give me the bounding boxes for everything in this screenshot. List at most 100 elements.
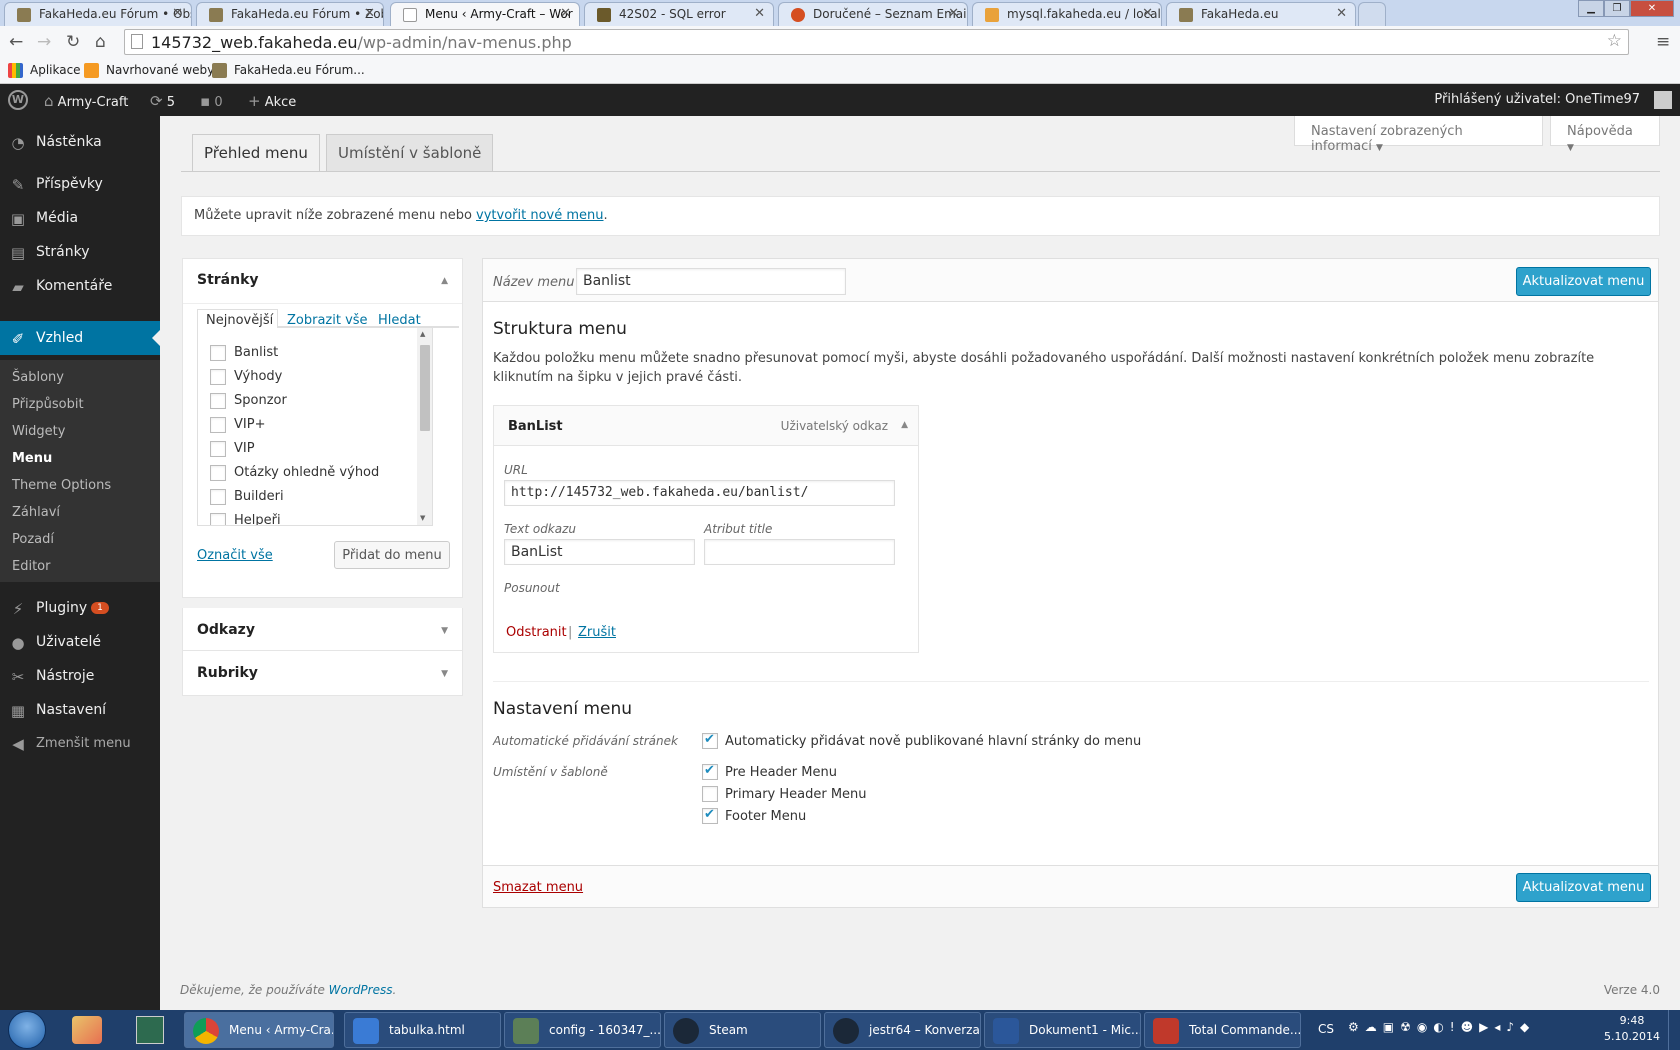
page-checkbox[interactable]	[210, 345, 226, 361]
forward-icon[interactable]: →	[37, 32, 51, 52]
submenu-editor[interactable]: Editor	[12, 559, 50, 574]
sidebar-item-comments[interactable]: ▰ Komentáře	[0, 269, 160, 303]
location-checkbox[interactable]	[702, 786, 718, 802]
bookmark-apps[interactable]: Aplikace	[8, 63, 81, 78]
page-checkbox[interactable]	[210, 489, 226, 505]
submenu-background[interactable]: Pozadí	[12, 532, 54, 547]
chrome-menu-icon[interactable]: ≡	[1656, 32, 1670, 52]
title-attribute-input[interactable]	[704, 539, 895, 565]
close-tab-icon[interactable]: ✕	[364, 6, 375, 21]
submenu-menus[interactable]: Menu	[12, 451, 52, 466]
wordpress-logo-icon[interactable]: W	[8, 90, 28, 110]
submenu-widgets[interactable]: Widgety	[12, 424, 65, 439]
browser-tab-7[interactable]: FakaHeda.eu ✕	[1166, 2, 1356, 26]
close-tab-icon[interactable]: ✕	[754, 6, 765, 21]
taskbar-item-total-commander[interactable]: Total Commande...	[1144, 1012, 1301, 1048]
sidebar-item-posts[interactable]: ✎ Příspěvky	[0, 167, 160, 201]
save-menu-button-top[interactable]: Aktualizovat menu	[1516, 267, 1651, 296]
links-metabox[interactable]: Odkazy ▼	[182, 608, 463, 651]
taskbar-item-word[interactable]: Dokument1 - Mic...	[984, 1012, 1141, 1048]
page-checkbox[interactable]	[210, 393, 226, 409]
show-desktop-button[interactable]	[1668, 1010, 1680, 1050]
close-window-icon[interactable]: ✕	[1630, 0, 1674, 17]
expand-arrow-icon[interactable]: ▼	[441, 626, 448, 636]
link-text-input[interactable]: BanList	[504, 539, 695, 565]
sidebar-item-tools[interactable]: ✂ Nástroje	[0, 659, 160, 693]
reload-icon[interactable]: ↻	[66, 32, 80, 52]
create-menu-link[interactable]: vytvořit nové menu	[476, 208, 603, 223]
back-icon[interactable]: ←	[9, 32, 23, 52]
remove-item-link[interactable]: Odstranit	[506, 625, 567, 640]
close-tab-icon[interactable]: ✕	[560, 6, 571, 21]
browser-tab-4[interactable]: 42S02 - SQL error ✕	[584, 2, 774, 26]
clock-date[interactable]: 5.10.2014	[1604, 1030, 1660, 1043]
taskbar-item-config[interactable]: config - 160347_...	[504, 1012, 661, 1048]
tray-icons[interactable]: ⚙☁▣☢◉◐!☻▶◂♪◆	[1348, 1020, 1535, 1034]
page-checkbox[interactable]	[210, 441, 226, 457]
browser-tab-2[interactable]: FakaHeda.eu Fórum • Zob ✕	[196, 2, 384, 26]
task-manager-icon[interactable]	[136, 1016, 164, 1044]
cancel-item-link[interactable]: Zrušit	[578, 625, 616, 640]
paint-app-icon[interactable]	[72, 1016, 102, 1044]
save-menu-button-bottom[interactable]: Aktualizovat menu	[1516, 873, 1651, 902]
page-checkbox[interactable]	[210, 417, 226, 433]
site-name-link[interactable]: ⌂ Army-Craft	[44, 92, 128, 110]
location-checkbox[interactable]	[702, 807, 718, 824]
categories-metabox-title[interactable]: Rubriky	[197, 665, 258, 681]
new-content-link[interactable]: + Akce	[248, 92, 296, 110]
sidebar-item-appearance[interactable]: ✐ Vzhled	[0, 321, 160, 355]
select-all-link[interactable]: Označit vše	[197, 548, 273, 563]
close-tab-icon[interactable]: ✕	[948, 6, 959, 21]
browser-tab-6[interactable]: mysql.fakaheda.eu / locall ✕	[972, 2, 1162, 26]
close-tab-icon[interactable]: ✕	[1336, 6, 1347, 21]
submenu-themes[interactable]: Šablony	[12, 370, 64, 385]
auto-add-checkbox[interactable]	[702, 732, 718, 749]
help-button[interactable]: Nápověda ▼	[1550, 116, 1660, 153]
page-checkbox[interactable]	[210, 369, 226, 385]
language-indicator[interactable]: CS	[1318, 1022, 1334, 1036]
scrollbar-thumb[interactable]	[420, 345, 430, 431]
sidebar-collapse-menu[interactable]: ◀ Zmenšit menu	[0, 727, 160, 761]
url-input[interactable]: http://145732_web.fakaheda.eu/banlist/	[504, 480, 895, 506]
tab-edit-menus[interactable]: Přehled menu	[192, 134, 320, 172]
taskbar-item-steam-chat[interactable]: jestr64 – Konverza...	[824, 1012, 981, 1048]
page-checkbox[interactable]	[210, 465, 226, 481]
collapse-arrow-icon[interactable]: ▲	[901, 420, 908, 430]
clock-time[interactable]: 9:48	[1610, 1014, 1654, 1027]
sidebar-item-plugins[interactable]: ⚡ Pluginy 1	[0, 591, 160, 625]
browser-tab-1[interactable]: FakaHeda.eu Fórum • Obs ✕	[4, 2, 192, 26]
wordpress-link[interactable]: WordPress	[329, 983, 393, 997]
tab-most-recent[interactable]: Nejnovější	[197, 309, 278, 328]
tab-manage-locations[interactable]: Umístění v šabloně	[326, 134, 494, 171]
sidebar-item-settings[interactable]: ▦ Nastavení	[0, 693, 160, 727]
address-bar[interactable]: 145732_web.fakaheda.eu/wp-admin/nav-menu…	[124, 29, 1629, 55]
new-tab-button[interactable]	[1358, 2, 1386, 26]
links-metabox-title[interactable]: Odkazy	[197, 622, 255, 638]
pages-metabox-title[interactable]: Stránky	[197, 272, 259, 288]
minimize-icon[interactable]: ▁	[1578, 0, 1604, 17]
sidebar-item-users[interactable]: ● Uživatelé	[0, 625, 160, 659]
collapse-arrow-icon[interactable]: ▲	[441, 276, 448, 286]
menu-item-handle[interactable]: BanList Uživatelský odkaz ▲	[494, 406, 918, 446]
close-tab-icon[interactable]: ✕	[172, 6, 183, 21]
sidebar-item-dashboard[interactable]: ◔ Nástěnka	[0, 125, 160, 159]
scrollbar[interactable]: ▲ ▼	[417, 328, 432, 525]
menu-name-input[interactable]: Banlist	[576, 268, 846, 295]
restore-icon[interactable]: ❐	[1604, 0, 1630, 17]
categories-metabox[interactable]: Rubriky ▼	[182, 651, 463, 696]
updates-link[interactable]: ⟳ 5	[150, 92, 175, 110]
page-checkbox[interactable]	[210, 513, 226, 525]
my-account-link[interactable]: Přihlášený uživatel: OneTime97	[1434, 92, 1640, 107]
start-button-icon[interactable]	[8, 1011, 46, 1049]
submenu-theme-options[interactable]: Theme Options	[12, 478, 111, 493]
browser-tab-5[interactable]: Doručené – Seznam Email ✕	[778, 2, 968, 26]
scroll-down-icon[interactable]: ▼	[420, 514, 425, 522]
taskbar-item-chrome[interactable]: Menu ‹ Army-Cra...	[184, 1012, 334, 1048]
delete-menu-link[interactable]: Smazat menu	[493, 880, 583, 895]
browser-tab-3[interactable]: Menu ‹ Army-Craft – Wor ✕	[390, 2, 580, 26]
avatar[interactable]	[1654, 91, 1672, 109]
home-icon[interactable]: ⌂	[95, 32, 106, 52]
submenu-header[interactable]: Záhlaví	[12, 505, 60, 520]
location-checkbox[interactable]	[702, 763, 718, 780]
sidebar-item-media[interactable]: ▣ Média	[0, 201, 160, 235]
